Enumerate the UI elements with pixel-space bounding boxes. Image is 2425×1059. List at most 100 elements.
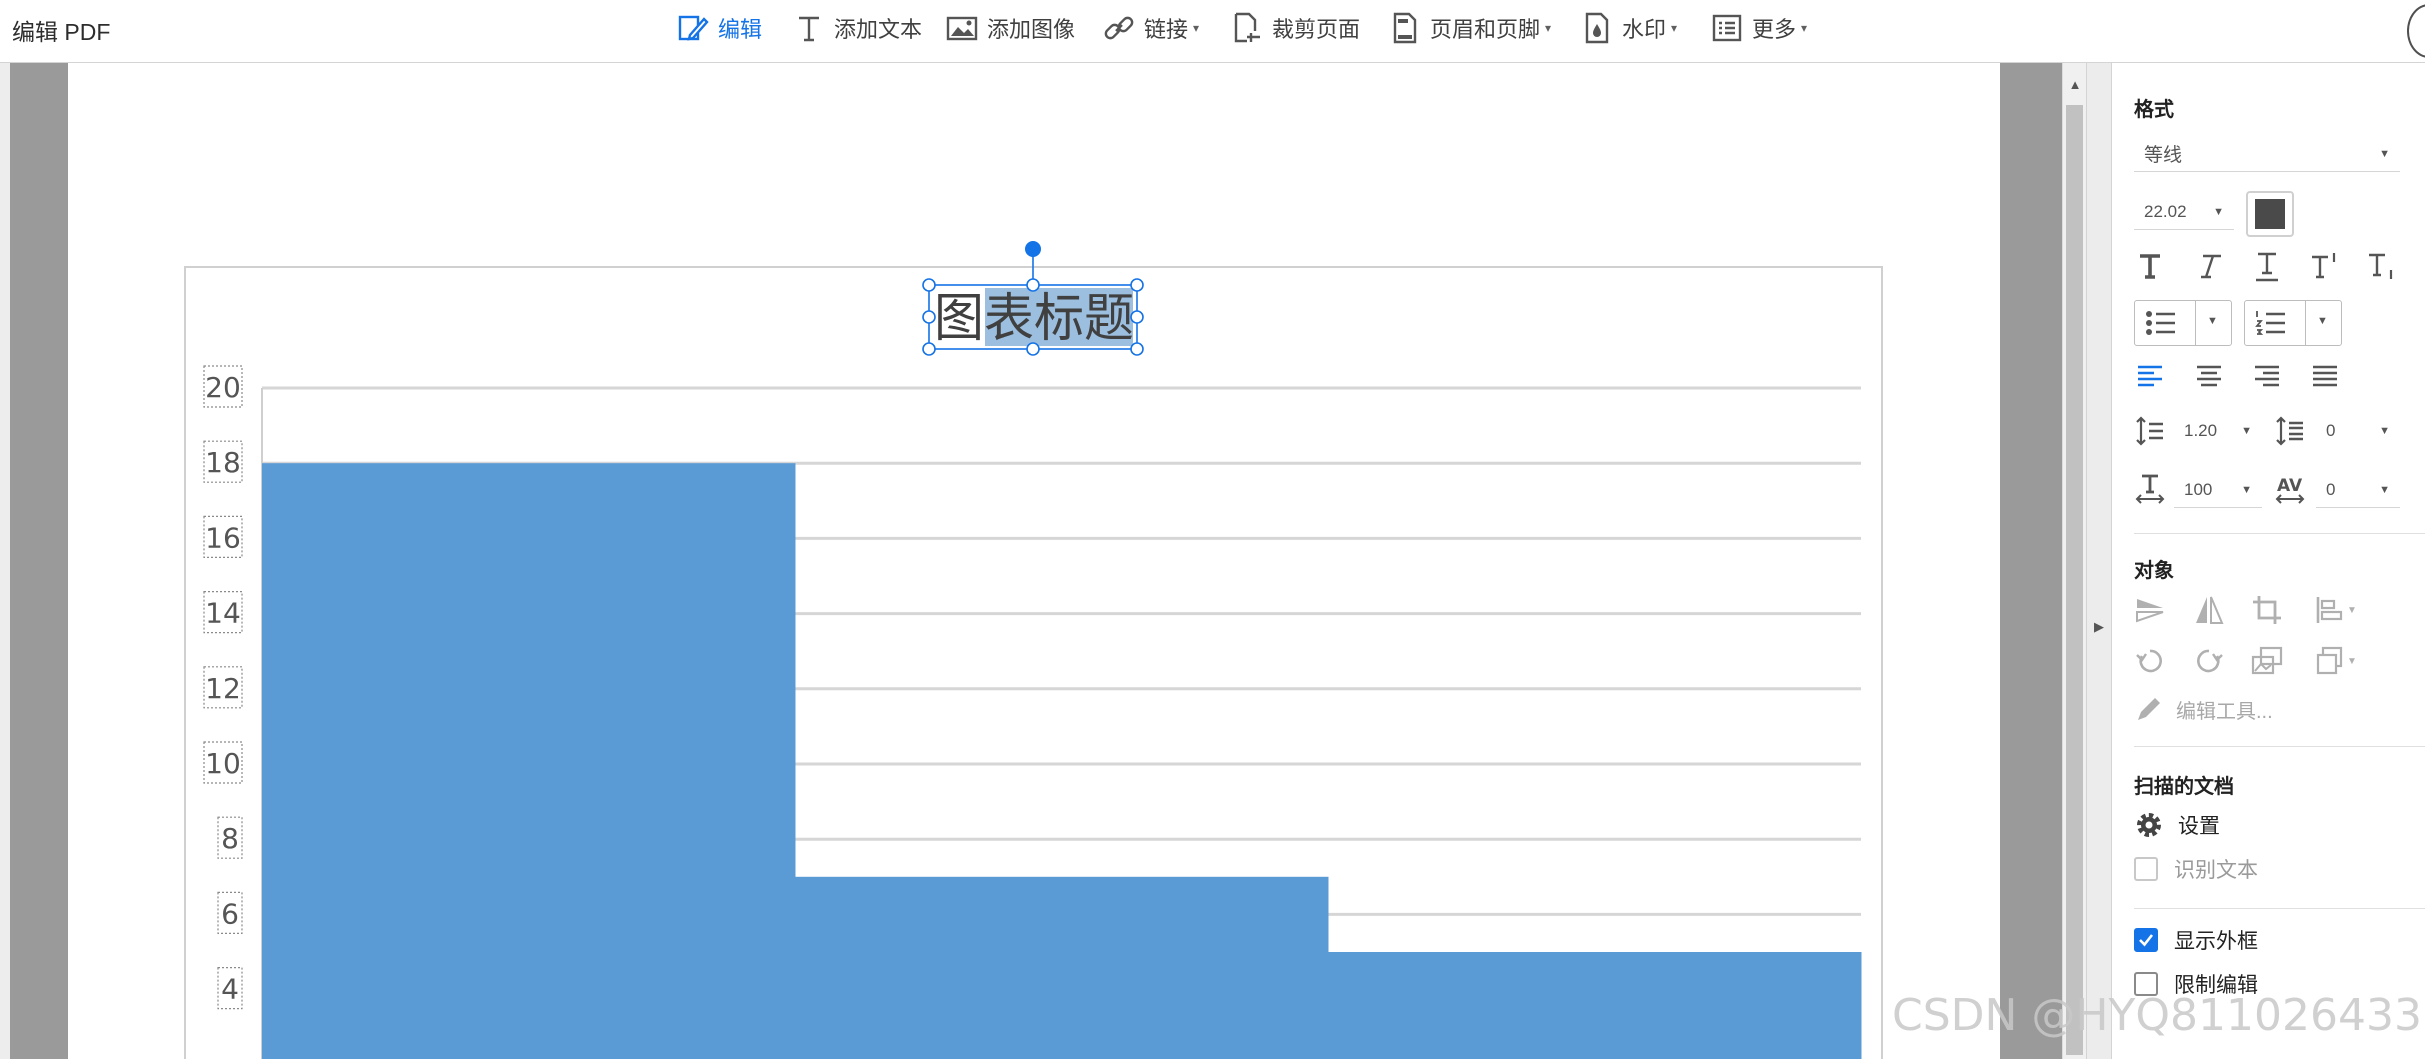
bar-3[interactable] bbox=[1328, 952, 1862, 1059]
bold-button[interactable] bbox=[2130, 246, 2170, 286]
y-tick-label[interactable]: 20 bbox=[205, 371, 241, 404]
y-tick-label[interactable]: 4 bbox=[221, 973, 239, 1006]
app-title: 编辑 PDF bbox=[12, 19, 111, 45]
panel-collapse-strip[interactable]: ▶ bbox=[2086, 63, 2112, 1059]
chevron-down-icon: ▾ bbox=[1801, 21, 1808, 35]
scroll-thumb[interactable] bbox=[2066, 105, 2083, 1055]
resize-handle-tr[interactable] bbox=[1130, 278, 1144, 292]
ocr-settings-button[interactable]: 设置 bbox=[2134, 808, 2220, 842]
resize-handle-mr[interactable] bbox=[1130, 310, 1144, 324]
line-spacing-dropdown[interactable]: 1.20 ▼ bbox=[2174, 413, 2262, 449]
tool-crop-page-label: 裁剪页面 bbox=[1272, 17, 1361, 42]
show-bounding-box-checkbox[interactable]: 显示外框 bbox=[2134, 923, 2258, 957]
tool-add-text[interactable]: 添加文本 bbox=[792, 8, 922, 48]
edit-tool-link[interactable]: 编辑工具... bbox=[2134, 692, 2273, 726]
underline-button[interactable] bbox=[2247, 246, 2287, 286]
resize-handle-tm[interactable] bbox=[1026, 278, 1040, 292]
align-left-button[interactable] bbox=[2130, 356, 2170, 396]
y-tick-label[interactable]: 16 bbox=[205, 521, 241, 554]
gear-icon bbox=[2137, 813, 2161, 837]
paragraph-spacing-label bbox=[2270, 411, 2310, 451]
paragraph-spacing-value: 0 bbox=[2326, 421, 2336, 440]
y-tick-label[interactable]: 8 bbox=[221, 822, 239, 855]
replace-image-icon bbox=[2251, 646, 2283, 675]
collapse-arrow-icon[interactable]: ▶ bbox=[2094, 619, 2104, 635]
tool-crop-page[interactable]: 裁剪页面 bbox=[1230, 8, 1360, 48]
tool-edit[interactable]: 编辑 bbox=[676, 8, 762, 48]
align-justify-button[interactable] bbox=[2305, 356, 2345, 396]
align-right-button[interactable] bbox=[2247, 356, 2287, 396]
flip-vertical-button[interactable] bbox=[2130, 590, 2170, 630]
canvas-left-edge bbox=[0, 63, 10, 1059]
resize-handle-bm[interactable] bbox=[1026, 342, 1040, 356]
font-family-value: 等线 bbox=[2144, 145, 2183, 166]
bar-1[interactable] bbox=[262, 463, 796, 1059]
font-color-swatch bbox=[2255, 199, 2285, 229]
resize-handle-tl[interactable] bbox=[922, 278, 936, 292]
resize-handle-br[interactable] bbox=[1130, 342, 1144, 356]
crop-image-button[interactable] bbox=[2247, 590, 2287, 630]
scroll-up-arrow-icon[interactable]: ▲ bbox=[2063, 77, 2087, 99]
tool-watermark[interactable]: 水印 ▾ bbox=[1580, 8, 1677, 48]
tool-more[interactable]: 更多 ▾ bbox=[1710, 8, 1807, 48]
tool-watermark-label: 水印 bbox=[1622, 17, 1667, 42]
tool-header-footer[interactable]: 页眉和页脚 ▾ bbox=[1388, 8, 1551, 48]
chevron-down-icon: ▼ bbox=[2347, 604, 2357, 616]
rotate-left-button[interactable] bbox=[2130, 641, 2170, 681]
chart-title[interactable]: 图表标题 bbox=[934, 289, 1134, 349]
underline-icon bbox=[2256, 252, 2278, 282]
y-tick-label[interactable]: 12 bbox=[205, 672, 241, 705]
char-spacing-dropdown[interactable]: 0 ▼ bbox=[2316, 472, 2400, 508]
section-divider bbox=[2134, 746, 2425, 747]
horizontal-scale-dropdown[interactable]: 100 ▼ bbox=[2174, 472, 2262, 508]
line-spacing-value: 1.20 bbox=[2184, 421, 2218, 440]
tool-add-image[interactable]: 添加图像 bbox=[945, 8, 1075, 48]
watermark-icon bbox=[1585, 12, 1609, 44]
italic-button[interactable] bbox=[2189, 246, 2229, 286]
align-center-button[interactable] bbox=[2189, 356, 2229, 396]
crop-page-icon bbox=[1234, 12, 1260, 43]
numbered-list-button[interactable]: ▼ bbox=[2244, 300, 2342, 346]
align-objects-button[interactable]: ▼ bbox=[2305, 590, 2365, 630]
tool-link-label: 链接 bbox=[1144, 17, 1189, 42]
csdn-watermark: CSDN @HYQ811026433 bbox=[1892, 990, 2422, 1041]
align-justify-icon bbox=[2313, 365, 2337, 387]
y-tick-label[interactable]: 18 bbox=[205, 446, 241, 479]
arrange-button[interactable]: ▼ bbox=[2305, 641, 2365, 681]
account-button[interactable] bbox=[2407, 4, 2425, 58]
bar-chart[interactable]: 20 18 16 14 12 10 8 6 4 图表标题 bbox=[68, 63, 2000, 1059]
resize-handle-bl[interactable] bbox=[922, 342, 936, 356]
y-tick-label[interactable]: 14 bbox=[205, 597, 241, 630]
rotate-handle[interactable] bbox=[1025, 241, 1041, 257]
text-icon bbox=[799, 16, 819, 42]
y-tick-label[interactable]: 6 bbox=[221, 897, 239, 930]
rotate-right-button[interactable] bbox=[2189, 641, 2229, 681]
format-section-title: 格式 bbox=[2134, 99, 2174, 121]
font-family-dropdown[interactable]: 等线 ▼ bbox=[2134, 136, 2400, 172]
horizontal-scale-icon bbox=[2135, 474, 2165, 504]
numbered-list-icon bbox=[2255, 311, 2285, 335]
settings-label: 设置 bbox=[2178, 815, 2220, 838]
flip-horizontal-button[interactable] bbox=[2189, 590, 2229, 630]
vertical-scrollbar[interactable]: ▲ bbox=[2062, 63, 2086, 1059]
font-color-picker[interactable] bbox=[2246, 191, 2294, 237]
chevron-down-icon: ▼ bbox=[2347, 655, 2357, 667]
chevron-down-icon: ▾ bbox=[1193, 21, 1200, 35]
pdf-page[interactable]: 20 18 16 14 12 10 8 6 4 图表标题 bbox=[68, 63, 2000, 1059]
chart-title-group[interactable]: 图表标题 bbox=[922, 241, 1144, 356]
font-size-dropdown[interactable]: 22.02 ▼ bbox=[2134, 194, 2234, 230]
resize-handle-ml[interactable] bbox=[922, 310, 936, 324]
tool-link[interactable]: 链接 ▾ bbox=[1102, 8, 1199, 48]
superscript-button[interactable] bbox=[2305, 246, 2345, 286]
chevron-down-icon: ▼ bbox=[2317, 315, 2328, 327]
bullet-list-button[interactable]: ▼ bbox=[2134, 300, 2232, 346]
bar-2[interactable] bbox=[795, 876, 1329, 1059]
paragraph-spacing-dropdown[interactable]: 0 ▼ bbox=[2316, 413, 2400, 449]
replace-image-button[interactable] bbox=[2247, 641, 2287, 681]
char-spacing-icon: AV bbox=[2275, 476, 2305, 504]
subscript-button[interactable] bbox=[2362, 246, 2402, 286]
crop-icon bbox=[2253, 596, 2281, 624]
image-icon bbox=[946, 16, 978, 41]
y-tick-label[interactable]: 10 bbox=[205, 747, 241, 780]
recognize-text-checkbox[interactable]: 识别文本 bbox=[2134, 852, 2258, 886]
